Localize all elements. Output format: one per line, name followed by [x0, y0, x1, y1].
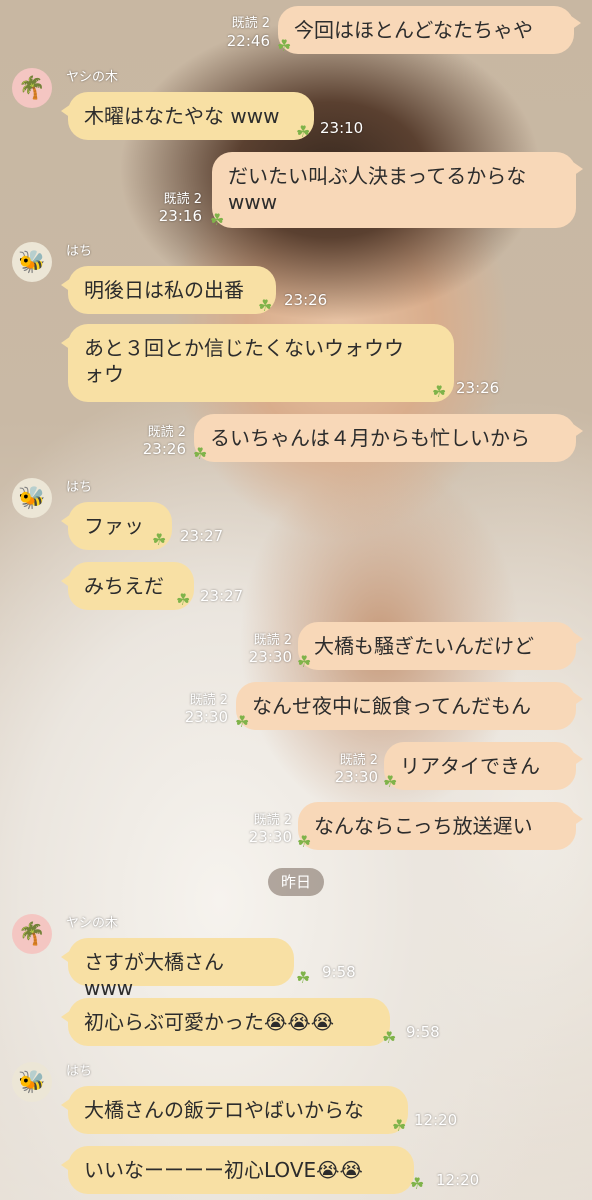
timestamp: 22:46: [226, 32, 270, 50]
timestamp: 9:58: [406, 1023, 440, 1041]
timestamp: 23:30: [248, 648, 292, 666]
palm-tree-icon[interactable]: 🌴: [12, 68, 52, 108]
bee-icon[interactable]: 🐝: [12, 1062, 52, 1102]
clover-icon: ☘: [382, 1028, 397, 1047]
bee-icon[interactable]: 🐝: [12, 242, 52, 282]
read-status: 既読 2: [253, 813, 292, 828]
message-bubble[interactable]: 明後日は私の出番: [61, 266, 276, 314]
message-bubble[interactable]: 大橋も騒ぎたいんだけど: [298, 622, 583, 670]
timestamp: 23:26: [142, 440, 186, 458]
sender-name: はち: [66, 480, 93, 495]
timestamp: 9:58: [322, 963, 356, 981]
read-status: 既読 2: [163, 192, 202, 207]
timestamp: 23:10: [320, 119, 364, 137]
timestamp: 23:26: [456, 379, 500, 397]
timestamp: 23:27: [180, 527, 224, 545]
clover-icon: ☘: [193, 444, 208, 463]
timestamp: 23:30: [184, 708, 228, 726]
clover-icon: ☘: [297, 832, 312, 851]
date-separator: 昨日: [268, 868, 324, 896]
message-bubble[interactable]: 今回はほとんどなたちゃや: [278, 6, 581, 54]
clover-icon: ☘: [296, 122, 311, 141]
clover-icon: ☘: [277, 36, 292, 55]
clover-icon: ☘: [152, 530, 167, 549]
timestamp: 12:20: [414, 1111, 458, 1129]
timestamp: 23:27: [200, 587, 244, 605]
palm-tree-icon[interactable]: 🌴: [12, 914, 52, 954]
clover-icon: ☘: [296, 968, 311, 987]
timestamp: 23:30: [334, 768, 378, 786]
message-bubble[interactable]: さすが大橋さん www: [61, 938, 294, 1000]
sender-name: ヤシの木: [66, 70, 119, 85]
message-bubble[interactable]: るいちゃんは４月からも忙しいから: [194, 414, 583, 462]
timestamp: 12:20: [436, 1171, 480, 1189]
read-status: 既読 2: [253, 633, 292, 648]
message-bubble[interactable]: なんならこっち放送遅い: [298, 802, 583, 850]
read-status: 既読 2: [147, 425, 186, 440]
message-bubble[interactable]: だいたい叫ぶ人決まってるからな www: [212, 152, 583, 228]
message-bubble[interactable]: あと３回とか信じたくないウォウウ ォウ: [61, 324, 454, 402]
sender-name: はち: [66, 1064, 93, 1079]
timestamp: 23:30: [248, 828, 292, 846]
read-status: 既読 2: [189, 693, 228, 708]
timestamp: 23:26: [284, 291, 328, 309]
message-bubble[interactable]: 大橋さんの飯テロやばいからな: [61, 1086, 408, 1134]
clover-icon: ☘: [210, 210, 225, 229]
clover-icon: ☘: [392, 1116, 407, 1135]
message-bubble[interactable]: 木曜はなたやな www: [61, 92, 314, 140]
clover-icon: ☘: [383, 772, 398, 791]
clover-icon: ☘: [432, 382, 447, 401]
clover-icon: ☘: [258, 296, 273, 315]
bee-icon[interactable]: 🐝: [12, 478, 52, 518]
clover-icon: ☘: [235, 712, 250, 731]
sender-name: はち: [66, 244, 93, 259]
message-bubble[interactable]: 初心らぶ可愛かった😭😭😭: [61, 998, 390, 1046]
read-status: 既読 2: [231, 16, 270, 31]
clover-icon: ☘: [176, 590, 191, 609]
sender-name: ヤシの木: [66, 916, 119, 931]
timestamp: 23:16: [158, 207, 202, 225]
clover-icon: ☘: [410, 1174, 425, 1193]
read-status: 既読 2: [339, 753, 378, 768]
clover-icon: ☘: [297, 652, 312, 671]
message-bubble[interactable]: リアタイできん: [384, 742, 583, 790]
message-bubble[interactable]: いいなーーーー初心LOVE😭😭: [61, 1146, 414, 1194]
message-bubble[interactable]: なんせ夜中に飯食ってんだもん: [236, 682, 583, 730]
